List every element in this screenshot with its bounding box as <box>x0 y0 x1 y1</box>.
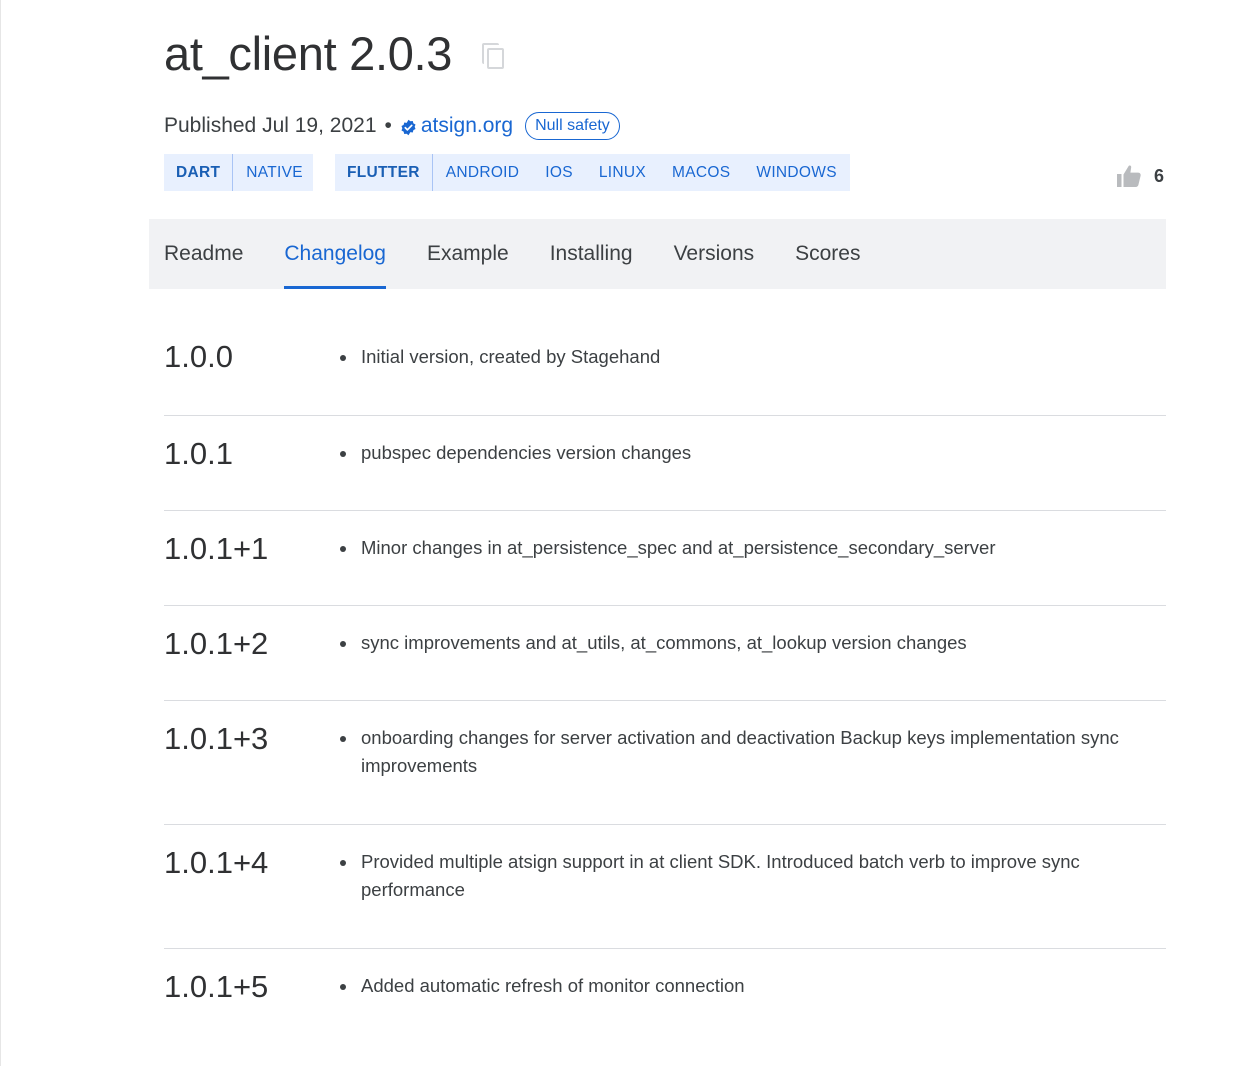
version-heading: 1.0.1+4 <box>164 845 269 880</box>
changelog-entry: 1.0.1+4 Provided multiple atsign support… <box>164 825 1166 949</box>
version-notes: onboarding changes for server activation… <box>340 724 1166 780</box>
like-button[interactable]: 6 <box>1116 164 1164 188</box>
tag-android[interactable]: ANDROID <box>433 164 533 182</box>
package-title: at_client 2.0.3 <box>164 27 453 80</box>
version-heading: 1.0.1+3 <box>164 721 269 756</box>
note-item: sync improvements and at_utils, at_commo… <box>340 629 1166 657</box>
tab-installing[interactable]: Installing <box>550 219 633 289</box>
tab-readme[interactable]: Readme <box>164 219 243 289</box>
note-item: pubspec dependencies version changes <box>340 439 1166 467</box>
version-notes: pubspec dependencies version changes <box>340 439 1166 467</box>
note-item: Initial version, created by Stagehand <box>340 343 1166 371</box>
tag-windows[interactable]: WINDOWS <box>743 164 849 182</box>
meta-separator: • <box>384 114 392 137</box>
note-item: Minor changes in at_persistence_spec and… <box>340 534 1166 562</box>
version-heading: 1.0.0 <box>164 339 233 374</box>
changelog-entry: 1.0.1+1 Minor changes in at_persistence_… <box>164 511 1166 606</box>
verified-publisher-icon <box>401 119 416 135</box>
changelog-list: 1.0.0 Initial version, created by Stageh… <box>164 310 1166 1039</box>
tab-versions[interactable]: Versions <box>674 219 755 289</box>
left-edge-divider <box>0 0 1 1066</box>
platform-tags: FLUTTER ANDROID IOS LINUX MACOS WINDOWS <box>335 154 850 191</box>
version-heading: 1.0.1+2 <box>164 626 269 661</box>
null-safety-badge[interactable]: Null safety <box>525 112 620 140</box>
thumbs-up-icon <box>1117 165 1141 187</box>
published-date: Published Jul 19, 2021 <box>164 114 377 137</box>
version-heading: 1.0.1+1 <box>164 531 269 566</box>
note-item: Added automatic refresh of monitor conne… <box>340 972 1166 1000</box>
version-notes: sync improvements and at_utils, at_commo… <box>340 629 1166 657</box>
version-heading: 1.0.1 <box>164 436 233 471</box>
tab-example[interactable]: Example <box>427 219 509 289</box>
changelog-entry: 1.0.1+2 sync improvements and at_utils, … <box>164 606 1166 701</box>
package-meta: Published Jul 19, 2021 • atsign.org Null… <box>164 110 620 142</box>
tag-flutter[interactable]: FLUTTER <box>335 154 433 191</box>
version-notes: Provided multiple atsign support in at c… <box>340 848 1166 904</box>
like-count: 6 <box>1154 165 1165 186</box>
tag-macos[interactable]: MACOS <box>659 164 743 182</box>
version-notes: Minor changes in at_persistence_spec and… <box>340 534 1166 562</box>
changelog-entry: 1.0.0 Initial version, created by Stageh… <box>164 310 1166 416</box>
tab-changelog[interactable]: Changelog <box>284 219 386 289</box>
changelog-entry: 1.0.1+5 Added automatic refresh of monit… <box>164 949 1166 1039</box>
tag-sdk-label[interactable]: DART <box>164 154 234 191</box>
tab-scores[interactable]: Scores <box>795 219 860 289</box>
publisher-link[interactable]: atsign.org <box>421 114 513 138</box>
tag-ios[interactable]: IOS <box>532 164 586 182</box>
package-header: at_client 2.0.3 <box>164 26 506 82</box>
changelog-entry: 1.0.1 pubspec dependencies version chang… <box>164 416 1166 511</box>
changelog-entry: 1.0.1+3 onboarding changes for server ac… <box>164 701 1166 825</box>
version-notes: Added automatic refresh of monitor conne… <box>340 972 1166 1000</box>
detail-tabs: Readme Changelog Example Installing Vers… <box>149 219 1166 289</box>
note-item: Provided multiple atsign support in at c… <box>340 848 1166 904</box>
tag-native[interactable]: NATIVE <box>233 164 313 182</box>
version-heading: 1.0.1+5 <box>164 969 269 1004</box>
note-item: onboarding changes for server activation… <box>340 724 1166 780</box>
version-notes: Initial version, created by Stagehand <box>340 343 1166 371</box>
sdk-tags: DART NATIVE <box>164 154 313 191</box>
copy-icon[interactable] <box>482 43 506 71</box>
tag-linux[interactable]: LINUX <box>586 164 659 182</box>
